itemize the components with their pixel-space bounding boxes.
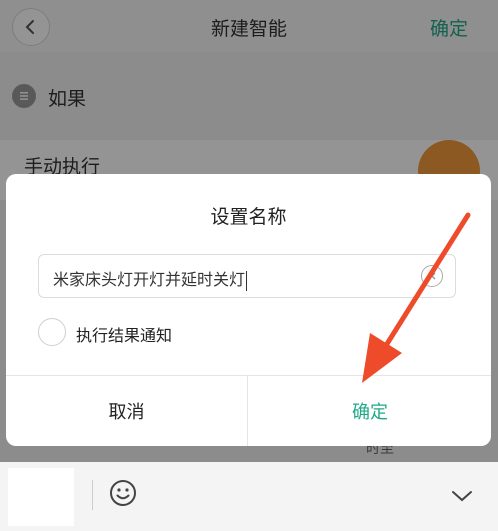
- name-input-text: 米家床头灯开灯并延时关灯: [53, 270, 248, 291]
- arrow-annotation: [362, 212, 471, 383]
- text-caret: [246, 270, 248, 291]
- notify-radio[interactable]: [38, 318, 66, 346]
- keyboard-blank-key: [8, 468, 74, 526]
- notify-label: 执行结果通知: [76, 326, 173, 345]
- keyboard-toolbar: [0, 462, 498, 531]
- emoji-icon[interactable]: [108, 478, 138, 508]
- cancel-button[interactable]: 取消: [6, 376, 248, 446]
- toolbar-divider: [92, 480, 93, 510]
- chevron-down-icon[interactable]: [450, 488, 474, 504]
